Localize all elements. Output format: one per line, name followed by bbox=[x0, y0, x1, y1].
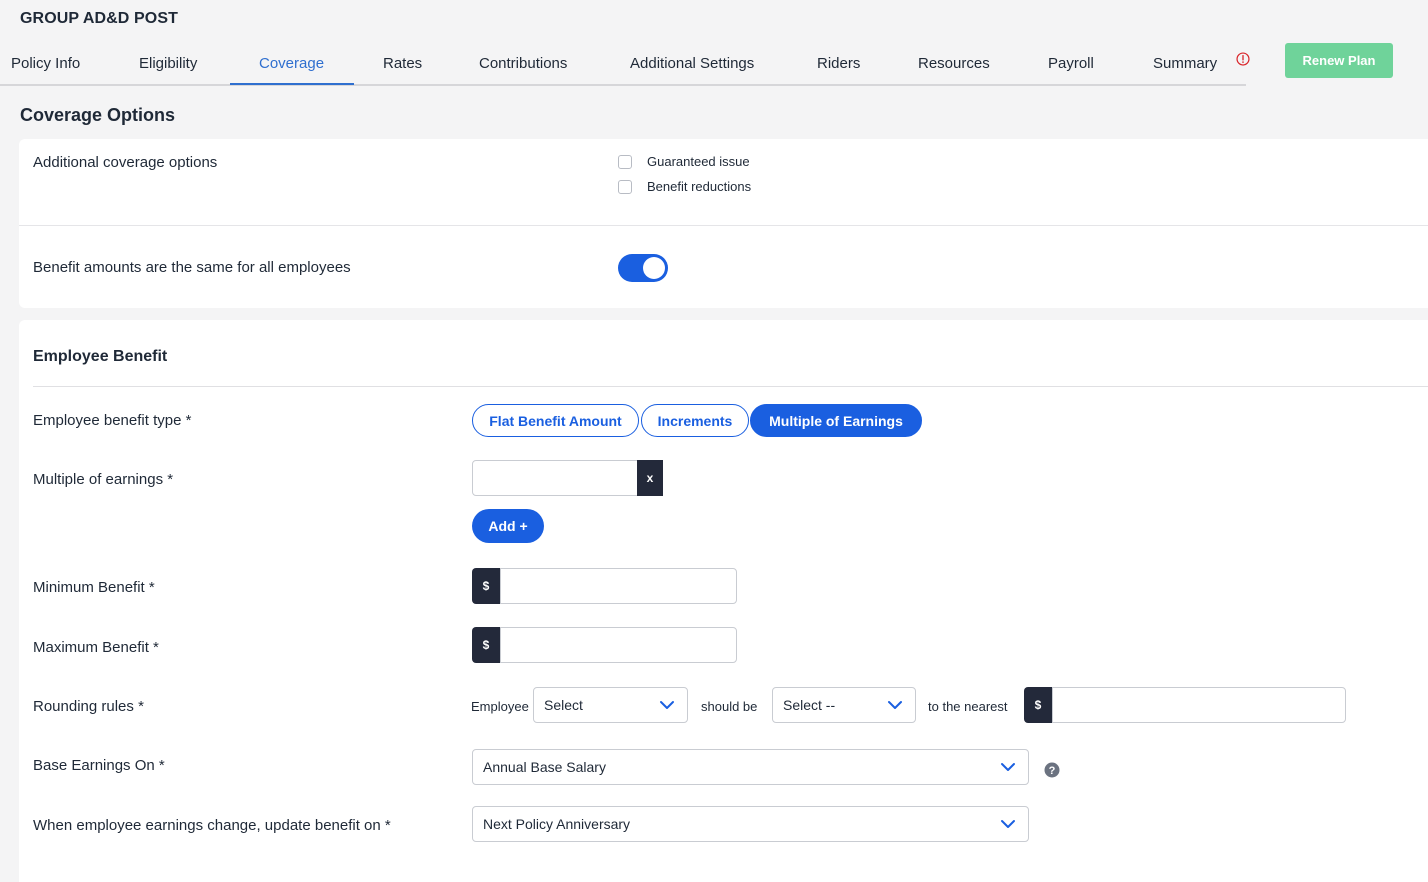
rounding-amount-input[interactable] bbox=[1052, 687, 1346, 723]
tab-bar: Policy Info Eligibility Coverage Rates C… bbox=[0, 44, 1246, 86]
rounding-employee-text: Employee bbox=[471, 699, 529, 714]
renew-plan-button[interactable]: Renew Plan bbox=[1285, 43, 1393, 78]
minimum-benefit-input[interactable] bbox=[500, 568, 737, 604]
rounding-type-select[interactable]: Select -- bbox=[772, 687, 916, 723]
chevron-down-icon bbox=[888, 701, 902, 709]
update-benefit-select[interactable]: Next Policy Anniversary bbox=[472, 806, 1029, 842]
base-earnings-label: Base Earnings On * bbox=[33, 757, 165, 774]
rounding-nearest-text: to the nearest bbox=[928, 699, 1008, 714]
tab-riders[interactable]: Riders bbox=[817, 55, 860, 72]
same-benefit-label: Benefit amounts are the same for all emp… bbox=[33, 259, 351, 276]
active-tab-indicator bbox=[230, 83, 354, 85]
tab-rates[interactable]: Rates bbox=[383, 55, 422, 72]
guaranteed-issue-option[interactable]: Guaranteed issue bbox=[618, 154, 750, 169]
section-title-coverage-options: Coverage Options bbox=[20, 105, 176, 125]
tab-coverage[interactable]: Coverage bbox=[259, 55, 324, 72]
tab-summary[interactable]: Summary bbox=[1153, 55, 1217, 72]
guaranteed-issue-label: Guaranteed issue bbox=[647, 154, 750, 169]
same-benefit-toggle[interactable] bbox=[618, 254, 668, 282]
rounding-direction-select[interactable]: Select bbox=[533, 687, 688, 723]
divider bbox=[33, 386, 1428, 387]
rounding-direction-value: Select bbox=[544, 697, 583, 713]
update-benefit-value: Next Policy Anniversary bbox=[483, 816, 631, 832]
add-multiple-button[interactable]: Add + bbox=[472, 509, 544, 543]
tab-payroll[interactable]: Payroll bbox=[1048, 55, 1094, 72]
tab-additional-settings[interactable]: Additional Settings bbox=[630, 55, 754, 72]
multiple-of-earnings-button[interactable]: Multiple of Earnings bbox=[750, 404, 922, 437]
base-earnings-value: Annual Base Salary bbox=[483, 759, 606, 775]
multiple-of-earnings-label: Multiple of earnings * bbox=[33, 471, 174, 488]
minimum-benefit-label: Minimum Benefit * bbox=[33, 579, 155, 596]
rounding-type-value: Select -- bbox=[783, 697, 836, 713]
benefit-reductions-option[interactable]: Benefit reductions bbox=[618, 179, 751, 194]
tab-policy-info[interactable]: Policy Info bbox=[11, 55, 80, 72]
maximum-benefit-label: Maximum Benefit * bbox=[33, 639, 159, 656]
multiplier-suffix: x bbox=[637, 460, 663, 496]
currency-prefix: $ bbox=[1024, 687, 1052, 723]
coverage-options-card: Additional coverage options Guaranteed i… bbox=[19, 139, 1428, 308]
flat-benefit-amount-button[interactable]: Flat Benefit Amount bbox=[472, 404, 639, 437]
divider bbox=[19, 225, 1428, 226]
update-benefit-label: When employee earnings change, update be… bbox=[33, 817, 391, 834]
help-circle-icon[interactable]: ? bbox=[1044, 762, 1060, 778]
guaranteed-issue-checkbox[interactable] bbox=[618, 154, 632, 169]
employee-benefit-title: Employee Benefit bbox=[33, 348, 168, 365]
tab-eligibility[interactable]: Eligibility bbox=[139, 55, 197, 72]
multiple-of-earnings-input[interactable] bbox=[472, 460, 638, 496]
toggle-knob bbox=[643, 257, 665, 279]
chevron-down-icon bbox=[1001, 820, 1015, 828]
tab-resources[interactable]: Resources bbox=[918, 55, 990, 72]
benefit-reductions-checkbox[interactable] bbox=[618, 179, 632, 194]
plan-title: GROUP AD&D POST bbox=[20, 10, 178, 27]
base-earnings-select[interactable]: Annual Base Salary bbox=[472, 749, 1029, 785]
tab-contributions[interactable]: Contributions bbox=[479, 55, 567, 72]
maximum-benefit-input[interactable] bbox=[500, 627, 737, 663]
svg-text:?: ? bbox=[1049, 765, 1056, 777]
currency-prefix: $ bbox=[472, 568, 500, 604]
increments-button[interactable]: Increments bbox=[641, 404, 749, 437]
additional-coverage-label: Additional coverage options bbox=[33, 154, 218, 171]
chevron-down-icon bbox=[1001, 763, 1015, 771]
rounding-should-be-text: should be bbox=[701, 699, 758, 714]
currency-prefix: $ bbox=[472, 627, 500, 663]
chevron-down-icon bbox=[660, 701, 674, 709]
employee-benefit-card: Employee Benefit Employee benefit type *… bbox=[19, 320, 1428, 882]
alert-circle-icon bbox=[1236, 52, 1250, 66]
benefit-type-label: Employee benefit type * bbox=[33, 412, 192, 429]
benefit-reductions-label: Benefit reductions bbox=[647, 179, 752, 194]
rounding-rules-label: Rounding rules * bbox=[33, 698, 144, 715]
